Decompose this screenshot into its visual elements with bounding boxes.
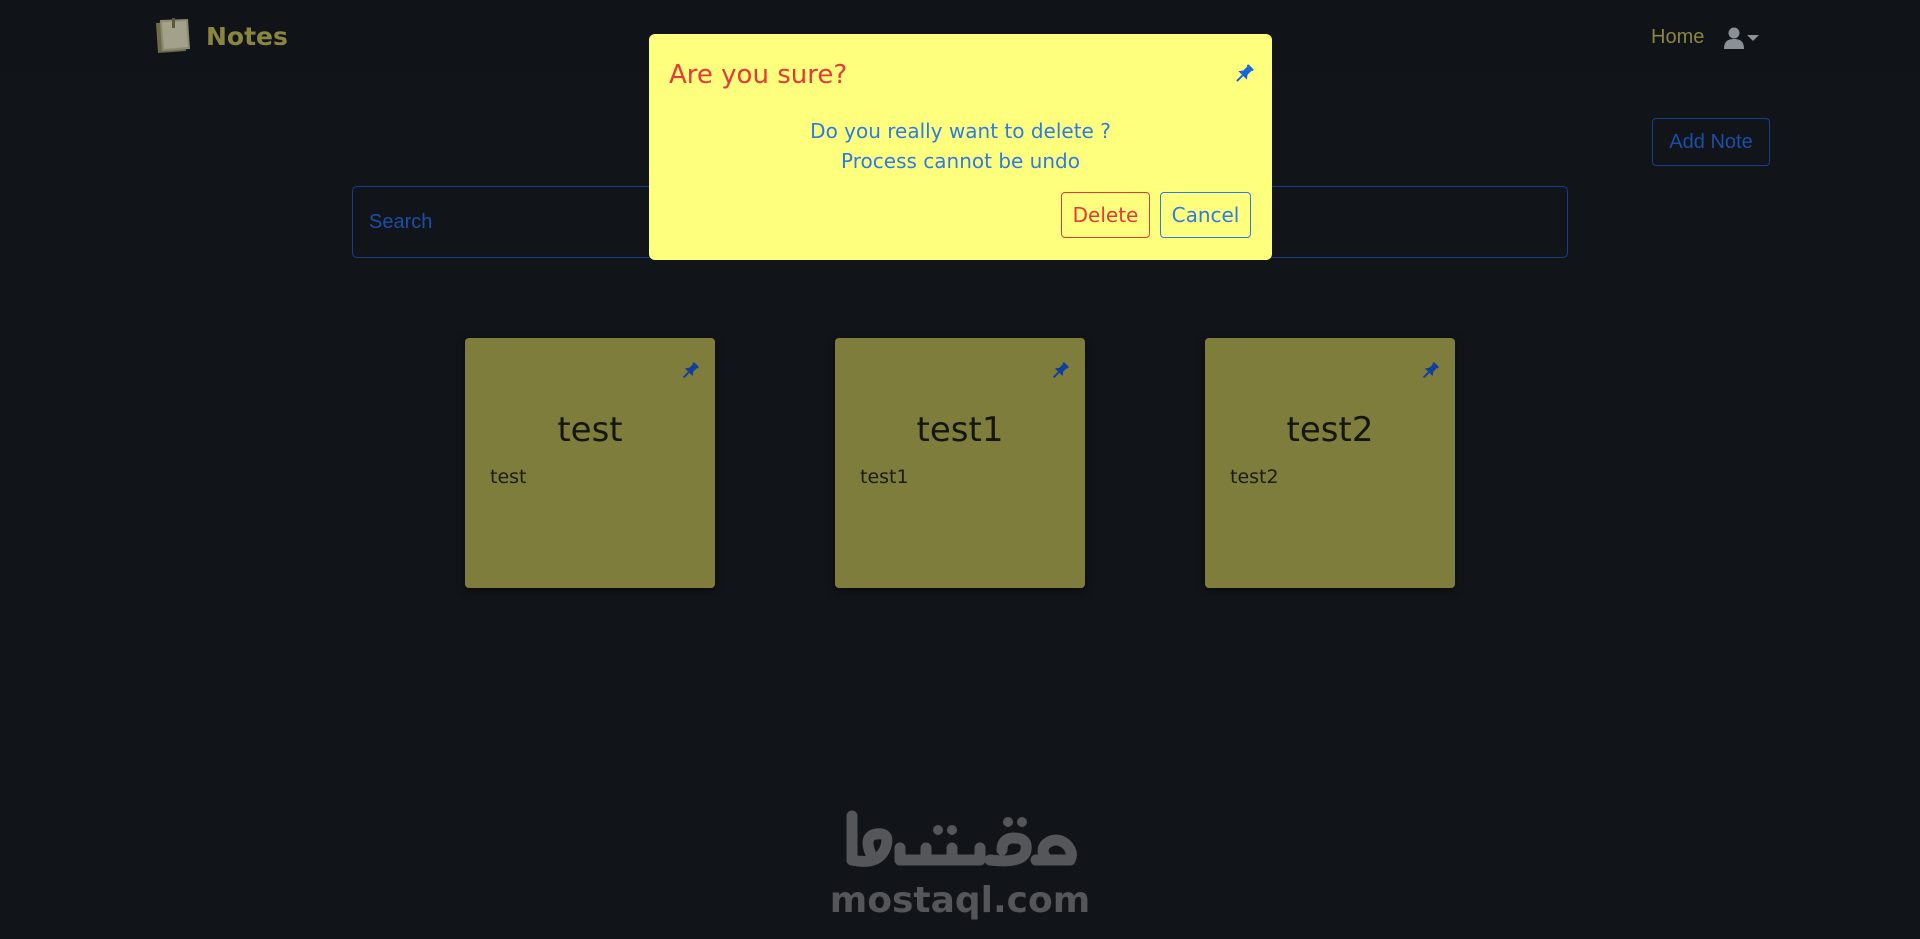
watermark-text: mostaql.com xyxy=(829,880,1091,921)
pin-icon[interactable] xyxy=(1419,360,1441,382)
notebook-icon xyxy=(156,18,190,53)
note-card[interactable]: test2 test2 xyxy=(1205,338,1455,588)
note-title: test2 xyxy=(1286,410,1374,450)
note-body: test1 xyxy=(860,466,909,488)
pin-icon[interactable] xyxy=(679,360,701,382)
add-note-button[interactable]: Add Note xyxy=(1652,118,1770,166)
note-card[interactable]: test1 test1 xyxy=(835,338,1085,588)
mostaql-watermark: mostaql.com xyxy=(0,808,1920,921)
note-card[interactable]: test test xyxy=(465,338,715,588)
note-body: test2 xyxy=(1230,466,1279,488)
pin-icon[interactable] xyxy=(1049,360,1071,382)
dialog-message-line: Do you really want to delete ? xyxy=(810,119,1111,143)
brand-link[interactable]: Notes xyxy=(152,16,288,56)
note-title: test xyxy=(557,410,623,450)
brand-title: Notes xyxy=(206,21,288,51)
user-icon xyxy=(1724,27,1744,49)
note-title: test1 xyxy=(916,410,1004,450)
chevron-down-icon xyxy=(1747,35,1759,41)
dialog-title: Are you sure? xyxy=(669,60,848,90)
dialog-message-line: Process cannot be undo xyxy=(841,149,1080,173)
confirm-delete-dialog: Are you sure? Do you really want to dele… xyxy=(649,34,1272,260)
mostaql-logo xyxy=(846,810,1077,867)
user-menu-dropdown[interactable] xyxy=(1724,26,1759,50)
pin-icon[interactable] xyxy=(1232,62,1256,86)
delete-button[interactable]: Delete xyxy=(1061,192,1150,238)
cancel-button[interactable]: Cancel xyxy=(1160,192,1251,238)
note-body: test xyxy=(490,466,527,488)
dialog-message: Do you really want to delete ? Process c… xyxy=(649,116,1272,176)
nav-home-link[interactable]: Home xyxy=(1651,26,1704,49)
